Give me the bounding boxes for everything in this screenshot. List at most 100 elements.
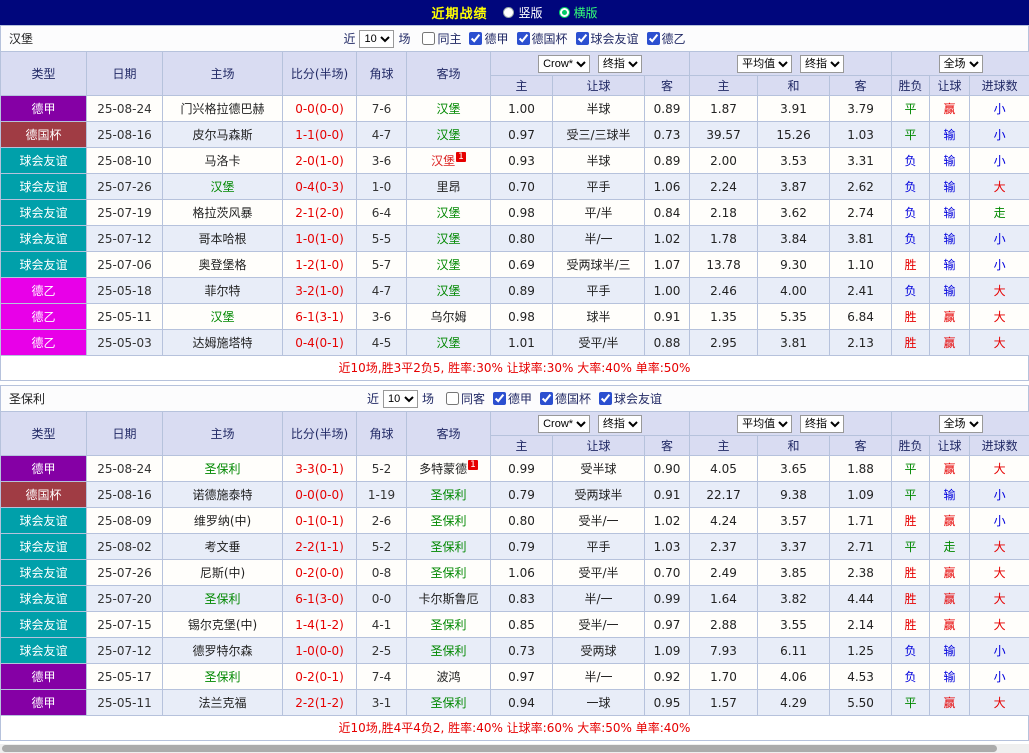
filter-checkbox-球会友谊[interactable]: 球会友谊	[599, 390, 662, 407]
away-team-link[interactable]: 圣保利	[430, 696, 466, 710]
away-team-cell: 圣保利	[407, 560, 491, 586]
away-team-link[interactable]: 汉堡	[436, 284, 460, 298]
match-date-cell: 25-07-26	[87, 174, 163, 200]
layout-radio-vertical[interactable]: 竖版	[503, 4, 542, 21]
avg-draw-cell: 4.29	[758, 690, 830, 716]
away-team-link[interactable]: 圣保利	[430, 644, 466, 658]
match-date-cell: 25-05-03	[87, 330, 163, 356]
away-team-link[interactable]: 汉堡	[436, 128, 460, 142]
home-team-link[interactable]: 门兴格拉德巴赫	[180, 102, 264, 116]
away-team-link[interactable]: 圣保利	[430, 566, 466, 580]
away-team-link[interactable]: 圣保利	[430, 514, 466, 528]
average-select[interactable]: 平均值	[737, 415, 792, 433]
average-select[interactable]: 平均值	[737, 55, 792, 73]
filter-checkbox-德乙[interactable]: 德乙	[647, 30, 686, 47]
home-team-link[interactable]: 法兰克福	[198, 696, 246, 710]
away-team-link[interactable]: 汉堡	[436, 206, 460, 220]
checkbox-input[interactable]	[517, 32, 530, 45]
avg-home-cell: 22.17	[690, 482, 758, 508]
avg-draw-cell: 3.53	[758, 148, 830, 174]
filter-checkbox-德甲[interactable]: 德甲	[469, 30, 508, 47]
avg-home-cell: 2.95	[690, 330, 758, 356]
match-date-cell: 25-08-09	[87, 508, 163, 534]
odds-type-select[interactable]: 终指	[598, 55, 642, 73]
layout-radio-horizontal[interactable]: 横版	[559, 4, 598, 21]
odds-company-select[interactable]: Crow*	[538, 415, 590, 433]
scrollbar-thumb[interactable]	[2, 745, 997, 752]
home-team-link[interactable]: 皮尔马森斯	[192, 128, 252, 142]
horizontal-scrollbar[interactable]	[0, 744, 1029, 753]
home-team-link[interactable]: 考文垂	[204, 540, 240, 554]
goals-result-cell: 小	[970, 148, 1029, 174]
col-goals: 进球数	[970, 436, 1029, 456]
filter-checkbox-球会友谊[interactable]: 球会友谊	[576, 30, 639, 47]
home-team-link[interactable]: 尼斯(中)	[200, 566, 245, 580]
scope-select[interactable]: 全场	[939, 415, 983, 433]
filter-checkbox-同客[interactable]: 同客	[446, 390, 485, 407]
average-type-select[interactable]: 终指	[800, 415, 844, 433]
col-home: 主场	[163, 412, 283, 456]
home-team-link[interactable]: 维罗纳(中)	[194, 514, 251, 528]
home-team-link[interactable]: 圣保利	[204, 462, 240, 476]
checkbox-input[interactable]	[422, 32, 435, 45]
home-team-link[interactable]: 菲尔特	[204, 284, 240, 298]
away-team-link[interactable]: 圣保利	[430, 540, 466, 554]
home-team-link[interactable]: 奥登堡格	[198, 258, 246, 272]
home-team-link[interactable]: 汉堡	[210, 310, 234, 324]
home-team-link[interactable]: 哥本哈根	[198, 232, 246, 246]
odds-company-select[interactable]: Crow*	[538, 55, 590, 73]
checkbox-input[interactable]	[647, 32, 660, 45]
odds-home-cell: 0.70	[491, 174, 553, 200]
match-date-cell: 25-07-12	[87, 226, 163, 252]
home-team-link[interactable]: 锡尔克堡(中)	[188, 618, 257, 632]
home-team-link[interactable]: 格拉茨风暴	[192, 206, 252, 220]
league-type-cell: 球会友谊	[1, 534, 87, 560]
home-team-link[interactable]: 马洛卡	[204, 154, 240, 168]
away-team-link[interactable]: 圣保利	[430, 618, 466, 632]
result-cell: 平	[892, 96, 930, 122]
home-team-cell: 门兴格拉德巴赫	[163, 96, 283, 122]
filter-checkbox-德国杯[interactable]: 德国杯	[517, 30, 568, 47]
odds-home-cell: 0.85	[491, 612, 553, 638]
checkbox-input[interactable]	[540, 392, 553, 405]
away-team-link[interactable]: 汉堡	[431, 154, 455, 168]
scope-select[interactable]: 全场	[939, 55, 983, 73]
away-team-link[interactable]: 里昂	[436, 180, 460, 194]
odds-home-cell: 1.06	[491, 560, 553, 586]
checkbox-input[interactable]	[446, 392, 459, 405]
away-team-link[interactable]: 卡尔斯鲁厄	[418, 592, 478, 606]
home-team-link[interactable]: 汉堡	[210, 180, 234, 194]
away-team-link[interactable]: 波鸿	[436, 670, 460, 684]
away-team-cell: 汉堡	[407, 330, 491, 356]
average-type-select[interactable]: 终指	[800, 55, 844, 73]
match-count-select[interactable]: 10	[359, 30, 394, 48]
odds-handicap-cell: 受平/半	[553, 330, 645, 356]
home-team-link[interactable]: 圣保利	[204, 670, 240, 684]
odds-type-select[interactable]: 终指	[598, 415, 642, 433]
filter-checkbox-德国杯[interactable]: 德国杯	[540, 390, 591, 407]
away-team-link[interactable]: 乌尔姆	[430, 310, 466, 324]
away-team-link[interactable]: 汉堡	[436, 232, 460, 246]
home-team-link[interactable]: 达姆施塔特	[192, 336, 252, 350]
away-team-link[interactable]: 汉堡	[436, 258, 460, 272]
score-cell: 2-0(1-0)	[283, 148, 357, 174]
goals-result-cell: 大	[970, 278, 1029, 304]
home-team-link[interactable]: 德罗特尔森	[192, 644, 252, 658]
checkbox-input[interactable]	[599, 392, 612, 405]
avg-away-cell: 1.88	[830, 456, 892, 482]
away-team-link[interactable]: 圣保利	[430, 488, 466, 502]
home-team-link[interactable]: 圣保利	[204, 592, 240, 606]
checkbox-input[interactable]	[576, 32, 589, 45]
away-team-link[interactable]: 多特蒙德	[419, 462, 467, 476]
corner-cell: 7-6	[357, 96, 407, 122]
match-row: 球会友谊 25-07-06 奥登堡格 1-2(1-0) 5-7 汉堡 0.69 …	[1, 252, 1029, 278]
checkbox-input[interactable]	[493, 392, 506, 405]
col-odds-away: 客	[645, 76, 690, 96]
checkbox-input[interactable]	[469, 32, 482, 45]
away-team-link[interactable]: 汉堡	[436, 102, 460, 116]
filter-checkbox-同主[interactable]: 同主	[422, 30, 461, 47]
match-count-select[interactable]: 10	[383, 390, 418, 408]
away-team-link[interactable]: 汉堡	[436, 336, 460, 350]
filter-checkbox-德甲[interactable]: 德甲	[493, 390, 532, 407]
home-team-link[interactable]: 诺德施泰特	[192, 488, 252, 502]
